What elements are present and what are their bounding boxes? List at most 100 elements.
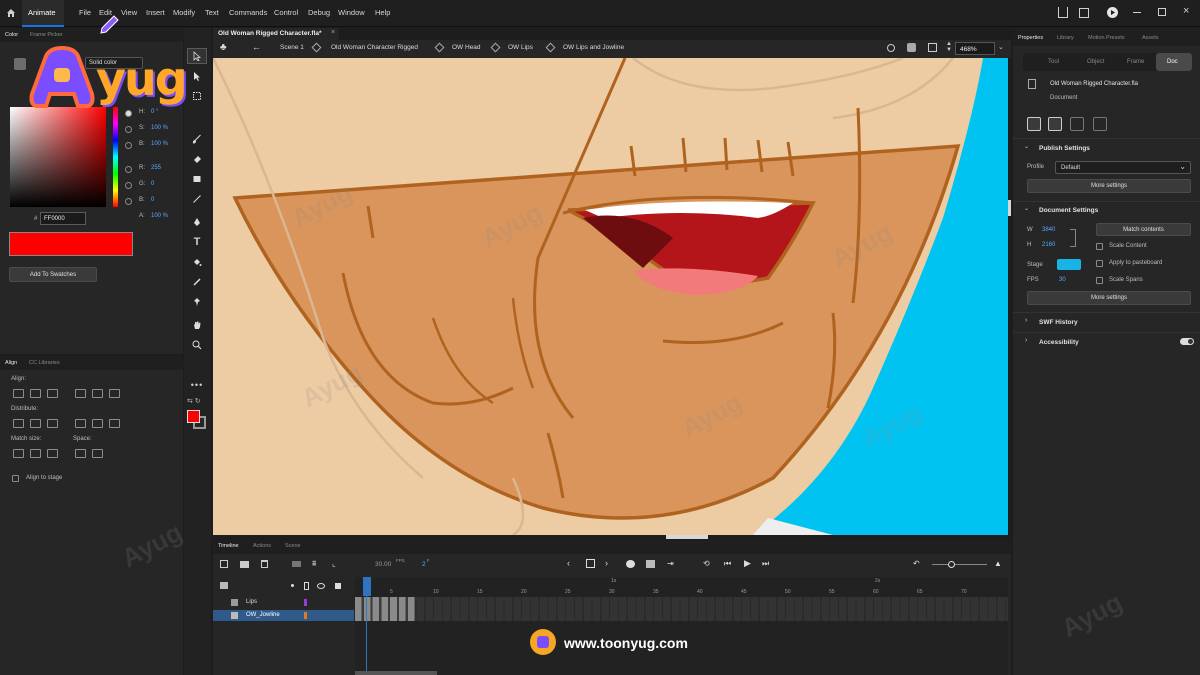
layer-name-lips[interactable]: Lips (246, 599, 257, 605)
more-icon[interactable]: ••• (187, 377, 207, 393)
stage-color-swatch[interactable] (1057, 259, 1081, 270)
tab-cc-libraries[interactable]: CC Libraries (29, 360, 60, 366)
layer-row-ow-jowline[interactable]: OW_Jowline (213, 610, 354, 621)
pen-icon[interactable] (187, 214, 207, 230)
match-both-icon[interactable] (47, 449, 58, 458)
rectangle-icon[interactable] (187, 171, 207, 187)
insert-keyframe-icon[interactable] (586, 559, 595, 568)
workspace-icon[interactable] (1079, 8, 1089, 18)
align-bottom-icon[interactable] (109, 389, 120, 398)
mountain-icon[interactable]: ▲ (994, 559, 1002, 568)
graph-icon[interactable]: ⌞ (332, 559, 336, 568)
edit-multiple-icon[interactable] (646, 560, 655, 568)
camera-icon[interactable] (292, 561, 301, 567)
fit-icon[interactable] (928, 43, 937, 52)
outline-icon[interactable] (304, 582, 309, 590)
s-radio[interactable] (125, 126, 132, 133)
r-value[interactable]: 255 (151, 165, 161, 171)
loop-icon[interactable]: ⟲ (703, 559, 710, 568)
tab-frame-picker[interactable]: Frame Picker (30, 32, 63, 38)
distribute-bottom-icon[interactable] (47, 419, 58, 428)
zoom-stepper-icon[interactable]: ▲ ▼ (946, 41, 952, 53)
distribute-top-icon[interactable] (13, 419, 24, 428)
new-folder-icon[interactable] (240, 561, 249, 568)
close-tab-icon[interactable]: × (331, 29, 335, 36)
share-icon[interactable] (1058, 7, 1068, 18)
snap-icon[interactable] (1027, 117, 1041, 131)
profile-select[interactable]: Default ⌄ (1055, 161, 1191, 174)
play-icon[interactable] (1107, 7, 1118, 18)
layer-color-swatch[interactable] (304, 599, 307, 606)
space-vertical-icon[interactable] (75, 449, 86, 458)
clip-icon[interactable] (907, 43, 916, 52)
tab-align[interactable]: Align (5, 360, 17, 366)
tab-assets[interactable]: Assets (1142, 35, 1159, 41)
home-icon[interactable] (6, 8, 16, 18)
stage-vscroll[interactable] (1008, 200, 1011, 216)
breadcrumb-scene[interactable]: Scene 1 (280, 44, 304, 51)
apply-pasteboard-checkbox[interactable] (1096, 260, 1103, 267)
tab-color[interactable]: Color (5, 32, 18, 38)
zoom-slider[interactable] (932, 561, 987, 568)
undo-icon[interactable]: ↶ (913, 559, 920, 568)
line-icon[interactable] (187, 191, 207, 207)
zoom-field[interactable]: 468% (955, 42, 995, 55)
play-timeline-icon[interactable]: ▶ (744, 558, 751, 569)
pin-icon[interactable] (187, 294, 207, 310)
tab-motion-presets[interactable]: Motion Presets (1088, 35, 1125, 41)
zoom-icon[interactable] (187, 337, 207, 353)
align-right-icon[interactable] (47, 389, 58, 398)
layer-name-ow-jowline[interactable]: OW_Jowline (246, 612, 280, 618)
brush-icon[interactable] (187, 131, 207, 147)
hex-input[interactable]: FF0000 (40, 212, 86, 225)
timeline-hscroll[interactable] (355, 671, 437, 675)
eyedropper-icon[interactable] (187, 274, 207, 290)
match-width-icon[interactable] (13, 449, 24, 458)
first-frame-icon[interactable]: ⏮ (724, 559, 731, 569)
menu-view[interactable]: View (121, 8, 137, 17)
chevron-right-icon[interactable]: › (1025, 337, 1027, 344)
swf-history-title[interactable]: SWF History (1039, 319, 1078, 326)
align-left-icon[interactable] (13, 389, 24, 398)
distribute-vcenter-icon[interactable] (30, 419, 41, 428)
match-height-icon[interactable] (30, 449, 41, 458)
scale-content-checkbox[interactable] (1096, 243, 1103, 250)
layer-depth-icon[interactable]: ⩩ (312, 559, 316, 569)
stage-hscroll[interactable] (666, 535, 708, 539)
stage-canvas[interactable] (213, 58, 1008, 535)
accessibility-title[interactable]: Accessibility (1039, 339, 1079, 346)
tab-library[interactable]: Library (1057, 35, 1074, 41)
add-to-swatches-button[interactable]: Add To Swatches (9, 267, 97, 282)
next-keyframe-icon[interactable]: › (605, 558, 608, 568)
lock-icon[interactable] (335, 583, 341, 589)
layer-row-lips[interactable]: Lips (213, 597, 354, 608)
space-horizontal-icon[interactable] (92, 449, 103, 458)
tab-timeline[interactable]: Timeline (218, 543, 239, 549)
chevron-down-icon[interactable]: ⌄ (1024, 205, 1029, 212)
tab-actions[interactable]: Actions (253, 543, 271, 549)
subtab-tool[interactable]: Tool (1048, 59, 1059, 65)
visibility-icon[interactable] (317, 583, 325, 589)
menu-insert[interactable]: Insert (146, 8, 165, 17)
window-minimize-icon[interactable] (1133, 12, 1141, 13)
publish-settings-title[interactable]: Publish Settings (1039, 145, 1090, 152)
keyframe-cells[interactable] (355, 597, 415, 621)
last-frame-icon[interactable]: ⏭ (762, 559, 769, 569)
fill-color-icon[interactable] (187, 410, 200, 423)
height-value[interactable]: 2160 (1042, 242, 1055, 248)
chevron-right-icon[interactable]: › (1025, 317, 1027, 324)
document-tab[interactable]: Old Woman Rigged Character.fla* × (213, 28, 339, 40)
blue-value[interactable]: 0 (151, 197, 154, 203)
prev-keyframe-icon[interactable]: ‹ (567, 558, 570, 568)
more-settings-button-2[interactable]: More settings (1027, 291, 1191, 305)
blue-radio[interactable] (125, 198, 132, 205)
distribute-left-icon[interactable] (75, 419, 86, 428)
align-vcenter-icon[interactable] (92, 389, 103, 398)
menu-modify[interactable]: Modify (173, 8, 195, 17)
r-radio[interactable] (125, 166, 132, 173)
text-icon[interactable]: T (187, 234, 207, 250)
distribute-hcenter-icon[interactable] (92, 419, 103, 428)
delete-icon[interactable] (261, 560, 268, 568)
app-tab-animate[interactable]: Animate (22, 0, 64, 27)
tab-scene[interactable]: Scene (285, 543, 301, 549)
